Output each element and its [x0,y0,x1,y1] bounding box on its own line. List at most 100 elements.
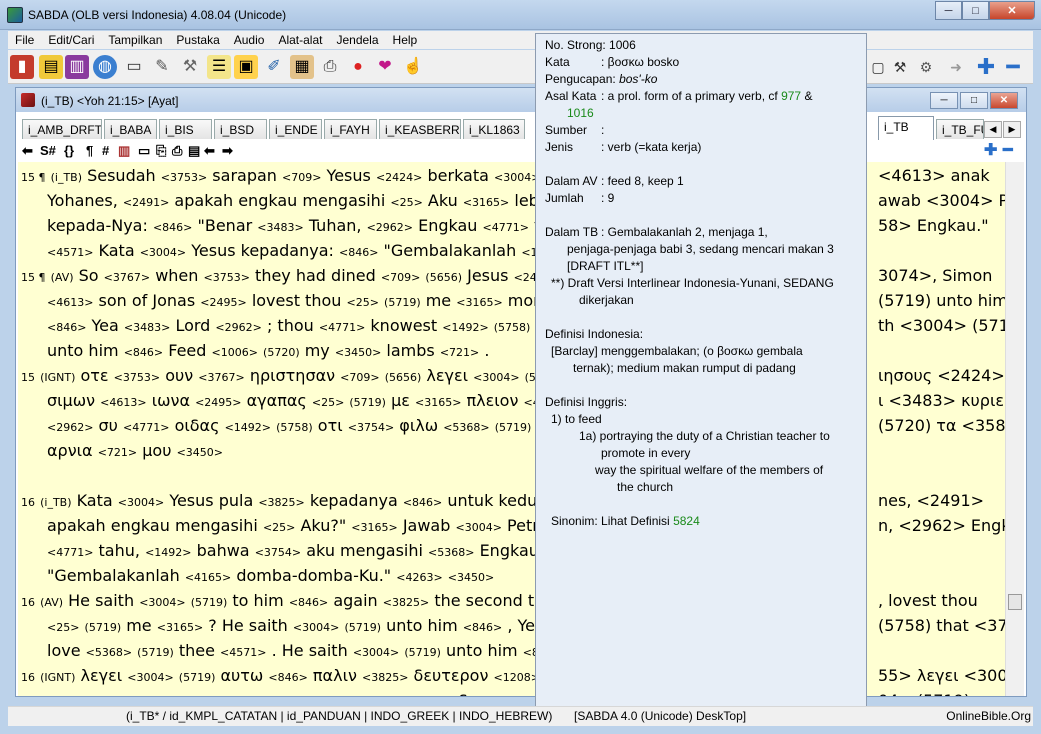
strong-number[interactable]: (5719) [191,596,228,609]
strong-number[interactable]: <3165> [463,196,509,209]
strong-number[interactable]: <3004> [127,671,173,684]
child-minimize-button[interactable]: ─ [930,92,958,109]
strong-number[interactable]: <2495> [200,296,246,309]
strong-number[interactable]: (IGNT) [40,371,75,384]
strong-number[interactable]: <846> [289,596,328,609]
strong-number[interactable]: (5758) [276,421,313,434]
tab-i-keasberry[interactable]: i_KEASBERRY [379,119,461,139]
bible-book-icon[interactable]: ▮ [10,55,34,79]
close-button[interactable]: ✕ [989,1,1035,20]
strong-number[interactable]: <1006> [212,346,258,359]
menu-alat-alat[interactable]: Alat-alat [271,31,329,49]
page-icon[interactable]: ▤ [188,142,200,160]
strong-number[interactable]: (5656) [385,371,422,384]
copy-icon[interactable]: ⎘ [156,142,166,160]
strong-number[interactable]: (5719) [344,621,381,634]
strong-number[interactable]: <3754> [348,421,394,434]
strong-number[interactable]: (5719) [384,296,421,309]
strong-number[interactable]: (AV) [51,271,74,284]
strong-number[interactable]: <3004> [353,646,399,659]
strong-number[interactable]: <3754> [255,546,301,559]
strong-number[interactable]: <3004> [293,621,339,634]
strong-number[interactable]: <846> [339,246,378,259]
strong-number[interactable]: (AV) [40,596,63,609]
strong-number[interactable]: <25> [390,196,422,209]
strong-number[interactable]: (5656) [425,271,462,284]
hand-pointer-icon[interactable]: ☝ [401,55,425,79]
paragraph-toggle[interactable]: ¶ [86,142,93,160]
strong-number[interactable]: <3004> [139,596,185,609]
strong-number[interactable]: <846> [463,621,502,634]
strong-number[interactable]: <4613> [100,396,146,409]
tab-i-fayh[interactable]: i_FAYH [324,119,377,139]
tab-i-tb[interactable]: i_TB [878,116,934,140]
strong-number[interactable]: (5758) [494,321,531,334]
notes-book-icon[interactable]: ▤ [39,55,63,79]
strong-number[interactable]: (i_TB) [40,496,71,509]
tab-i-baba[interactable]: i_BABA [104,119,157,139]
strong-number[interactable]: <5368> [428,546,474,559]
tab-scroll-right[interactable]: ▶ [1003,121,1021,138]
strong-number[interactable]: <3753> [204,271,250,284]
open-book-icon[interactable]: ▭ [122,55,146,79]
strong-number[interactable]: (5719) [495,421,532,434]
strong-number[interactable]: <5368> [86,646,132,659]
maximize-button[interactable]: □ [962,1,989,20]
strong-number[interactable]: <1492> [442,321,488,334]
document-icon[interactable]: ☰ [207,55,231,79]
strong-number[interactable]: <25> [347,296,379,309]
strong-number[interactable]: <846> [124,346,163,359]
zoom-in-icon[interactable]: ✚ [974,55,998,79]
strong-number[interactable]: <2962> [367,221,413,234]
strong-number[interactable]: (IGNT) [40,671,75,684]
strong-number[interactable]: <4771> [123,421,169,434]
braces-toggle[interactable]: {} [64,142,74,160]
zoom-in-small-icon[interactable]: ✚ [984,142,997,160]
strong-number[interactable]: <3004> [494,171,540,184]
asal-ref-1016[interactable]: 1016 [567,106,594,120]
strong-number[interactable]: (5719) [179,671,216,684]
folder-search-icon[interactable]: ▣ [234,55,258,79]
sinonim-ref[interactable]: 5824 [673,514,700,528]
strong-number[interactable]: <846> [153,221,192,234]
menu-help[interactable]: Help [386,31,425,49]
print-icon[interactable]: ⎙ [172,142,182,160]
strong-number[interactable]: <3483> [257,221,303,234]
back-arrow-icon[interactable]: ⬅ [22,142,33,160]
strong-number[interactable]: <25> [263,521,295,534]
tab-scroll-left[interactable]: ◀ [984,121,1002,138]
edit-page-icon[interactable]: ✎ [150,55,174,79]
child-close-button[interactable]: ✕ [990,92,1018,109]
strong-number[interactable]: <2495> [195,396,241,409]
zoom-out-small-icon[interactable]: ━ [1003,142,1013,160]
strong-number[interactable]: <3767> [104,271,150,284]
strong-number[interactable]: <4771> [319,321,365,334]
strong-number[interactable]: <721> [98,446,137,459]
map-pin-icon[interactable]: ❤ [373,55,397,79]
strong-number[interactable]: (5719) [137,646,174,659]
strong-number[interactable]: <846> [403,496,442,509]
strong-number[interactable]: <4613> [47,296,93,309]
tools-icon[interactable]: ⚒ [178,55,202,79]
clipboard-icon[interactable]: ▢ [866,55,890,79]
strong-number[interactable]: <3825> [362,671,408,684]
strong-number[interactable]: <25> [47,621,79,634]
arrow-right-icon[interactable]: ➜ [944,55,968,79]
strong-number[interactable]: <3450> [335,346,381,359]
tab-i-kl1863[interactable]: i_KL1863 [463,119,525,139]
strong-number[interactable]: <3483> [124,321,170,334]
asal-ref-977[interactable]: 977 [781,89,801,103]
strong-number[interactable]: <846> [268,671,307,684]
strong-number[interactable]: <721> [440,346,479,359]
strong-number[interactable]: <3450> [448,571,494,584]
menu-jendela[interactable]: Jendela [329,31,385,49]
strong-number[interactable]: <3165> [456,296,502,309]
strong-number[interactable]: <25> [312,396,344,409]
strong-number[interactable]: (5720) [263,346,300,359]
strong-number[interactable]: <1208> [494,671,540,684]
prev-arrow-icon[interactable]: ⬅ [204,142,215,160]
scrollbar-thumb[interactable] [1008,594,1022,610]
strong-number[interactable]: <4771> [47,546,93,559]
strong-number[interactable]: <3825> [383,596,429,609]
strong-number[interactable]: <3004> [473,371,519,384]
